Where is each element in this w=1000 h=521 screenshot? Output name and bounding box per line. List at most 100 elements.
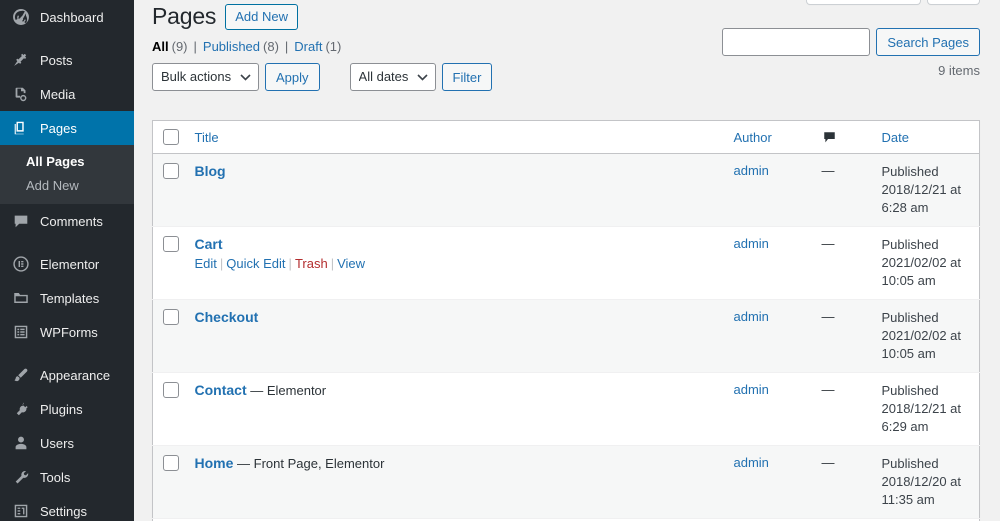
sidebar-item-label: Templates xyxy=(40,290,100,306)
row-title-link[interactable]: Cart xyxy=(195,236,223,252)
table-row: Home — Front Page, Elementor Edit|Quick … xyxy=(152,445,980,519)
status-filter-draft-link[interactable]: Draft xyxy=(294,39,322,54)
pages-table: Title Author Date Blog admin — Published… xyxy=(152,120,980,521)
row-date: Published 2018/12/21 at 6:28 am xyxy=(882,163,970,217)
elementor-icon xyxy=(11,254,31,274)
bulk-actions-select-wrap: Bulk actions xyxy=(152,63,259,91)
comment-bubble-icon xyxy=(822,130,862,145)
status-filter-published-link[interactable]: Published xyxy=(203,39,260,54)
row-checkbox[interactable] xyxy=(163,163,179,179)
row-title-cell: Checkout Edit|Quick Edit|Trash|View xyxy=(185,300,724,373)
filter-button[interactable]: Filter xyxy=(441,63,493,91)
brush-icon xyxy=(11,365,31,385)
select-all-checkbox[interactable] xyxy=(163,129,179,145)
sidebar-item-appearance[interactable]: Appearance xyxy=(0,358,134,392)
row-title-cell: Contact — Elementor Edit|Quick Edit|Tras… xyxy=(185,373,724,446)
column-header-comments[interactable] xyxy=(811,120,872,154)
sidebar-item-templates[interactable]: Templates xyxy=(0,281,134,315)
search-pages-button[interactable]: Search Pages xyxy=(876,28,980,56)
sidebar-item-plugins[interactable]: Plugins xyxy=(0,392,134,426)
row-author-link[interactable]: admin xyxy=(734,309,769,324)
sidebar-item-elementor[interactable]: Elementor xyxy=(0,247,134,281)
row-checkbox[interactable] xyxy=(163,309,179,325)
row-select-cell xyxy=(153,154,185,227)
row-date-cell: Published 2021/02/02 at 10:05 am xyxy=(872,300,980,373)
row-action-quick-edit[interactable]: Quick Edit xyxy=(226,256,285,271)
row-date-cell: Published 2018/12/20 at 11:35 am xyxy=(872,446,980,519)
search-input[interactable] xyxy=(722,28,871,56)
submenu-item-label: Add New xyxy=(26,178,79,193)
sidebar-item-label: Users xyxy=(40,435,74,451)
row-date-status: Published xyxy=(881,383,939,398)
sidebar-item-tools[interactable]: Tools xyxy=(0,460,134,494)
row-comments-cell: — xyxy=(821,163,835,178)
row-action-edit[interactable]: Edit xyxy=(195,256,217,271)
table-head: Title Author Date xyxy=(152,120,980,154)
plug-icon xyxy=(11,399,31,419)
sidebar-item-label: Elementor xyxy=(40,256,100,272)
sidebar-item-comments[interactable]: Comments xyxy=(0,204,134,238)
sidebar-divider xyxy=(0,349,134,358)
bulk-actions-select[interactable]: Bulk actions xyxy=(152,63,259,91)
sidebar-item-label: Tools xyxy=(40,469,71,485)
sidebar-item-dashboard[interactable]: Dashboard xyxy=(0,0,134,34)
row-checkbox[interactable] xyxy=(163,455,179,471)
row-author-cell: admin xyxy=(724,154,812,227)
submenu-item-all-pages[interactable]: All Pages xyxy=(0,150,134,174)
row-date-status: Published xyxy=(881,310,939,325)
status-filter-published: Published (8) | xyxy=(203,39,294,54)
items-count: 9 items xyxy=(938,63,980,78)
column-header-date[interactable]: Date xyxy=(871,120,980,154)
row-date: Published 2018/12/20 at 11:35 am xyxy=(882,455,970,509)
row-date-status: Published xyxy=(881,237,939,252)
sidebar-item-users[interactable]: Users xyxy=(0,426,134,460)
row-title-cell: Blog Edit|Quick Edit|Trash|View xyxy=(185,154,724,227)
row-date-cell: Published 2018/12/21 at 6:28 am xyxy=(872,154,980,227)
row-author-cell: admin xyxy=(724,227,812,300)
row-author-link[interactable]: admin xyxy=(734,455,769,470)
column-header-author[interactable]: Author xyxy=(723,120,812,154)
row-title-link[interactable]: Contact xyxy=(195,382,247,398)
user-icon xyxy=(11,433,31,453)
row-title-link[interactable]: Home xyxy=(195,455,234,471)
row-checkbox[interactable] xyxy=(163,236,179,252)
status-filter-all-count: (9) xyxy=(171,39,188,54)
sidebar-item-wpforms[interactable]: WPForms xyxy=(0,315,134,349)
row-title-link[interactable]: Checkout xyxy=(195,309,259,325)
main-content: Screen Options Help Pages Add New All (9… xyxy=(134,0,1000,521)
row-author-link[interactable]: admin xyxy=(734,236,769,251)
wrench-icon xyxy=(11,467,31,487)
admin-sidebar: Dashboard Posts Media Pages All Pages Ad… xyxy=(0,0,142,521)
row-title-link[interactable]: Blog xyxy=(195,163,226,179)
row-date-status: Published xyxy=(881,164,939,179)
sidebar-item-label: Plugins xyxy=(40,401,83,417)
apply-button[interactable]: Apply xyxy=(265,63,320,91)
table-row: Checkout Edit|Quick Edit|Trash|View admi… xyxy=(152,299,980,373)
sidebar-divider xyxy=(0,34,134,43)
date-filter-select[interactable]: All dates xyxy=(349,63,436,91)
add-new-button[interactable]: Add New xyxy=(225,3,298,30)
sidebar-item-settings[interactable]: Settings xyxy=(0,494,134,521)
row-author-link[interactable]: admin xyxy=(734,382,769,397)
sidebar-item-pages[interactable]: Pages xyxy=(0,111,142,145)
table-row: Cart Edit | Quick Edit | Trash | View admin — xyxy=(152,226,980,300)
status-filter-all-link[interactable]: All xyxy=(152,39,169,54)
row-checkbox[interactable] xyxy=(163,382,179,398)
sidebar-item-label: Comments xyxy=(40,213,103,229)
sidebar-item-label: Media xyxy=(40,86,76,102)
row-action-trash[interactable]: Trash xyxy=(295,256,328,271)
table-body: Blog Edit|Quick Edit|Trash|View admin — xyxy=(152,153,980,521)
row-date: Published 2018/12/21 at 6:29 am xyxy=(882,382,970,436)
sidebar-item-media[interactable]: Media xyxy=(0,77,134,111)
row-action-view[interactable]: View xyxy=(337,256,365,271)
column-header-title-label: Title xyxy=(194,129,219,145)
row-post-state: — Front Page, Elementor xyxy=(237,456,385,471)
column-header-title[interactable]: Title xyxy=(184,120,724,154)
sidebar-item-posts[interactable]: Posts xyxy=(0,43,134,77)
row-author-link[interactable]: admin xyxy=(734,163,769,178)
sidebar-item-label: Appearance xyxy=(40,367,111,383)
table-header-row: Title Author Date xyxy=(152,120,980,154)
row-select-cell xyxy=(153,446,185,519)
submenu-item-add-new[interactable]: Add New xyxy=(0,174,134,198)
status-filter-draft: Draft (1) xyxy=(294,39,341,54)
